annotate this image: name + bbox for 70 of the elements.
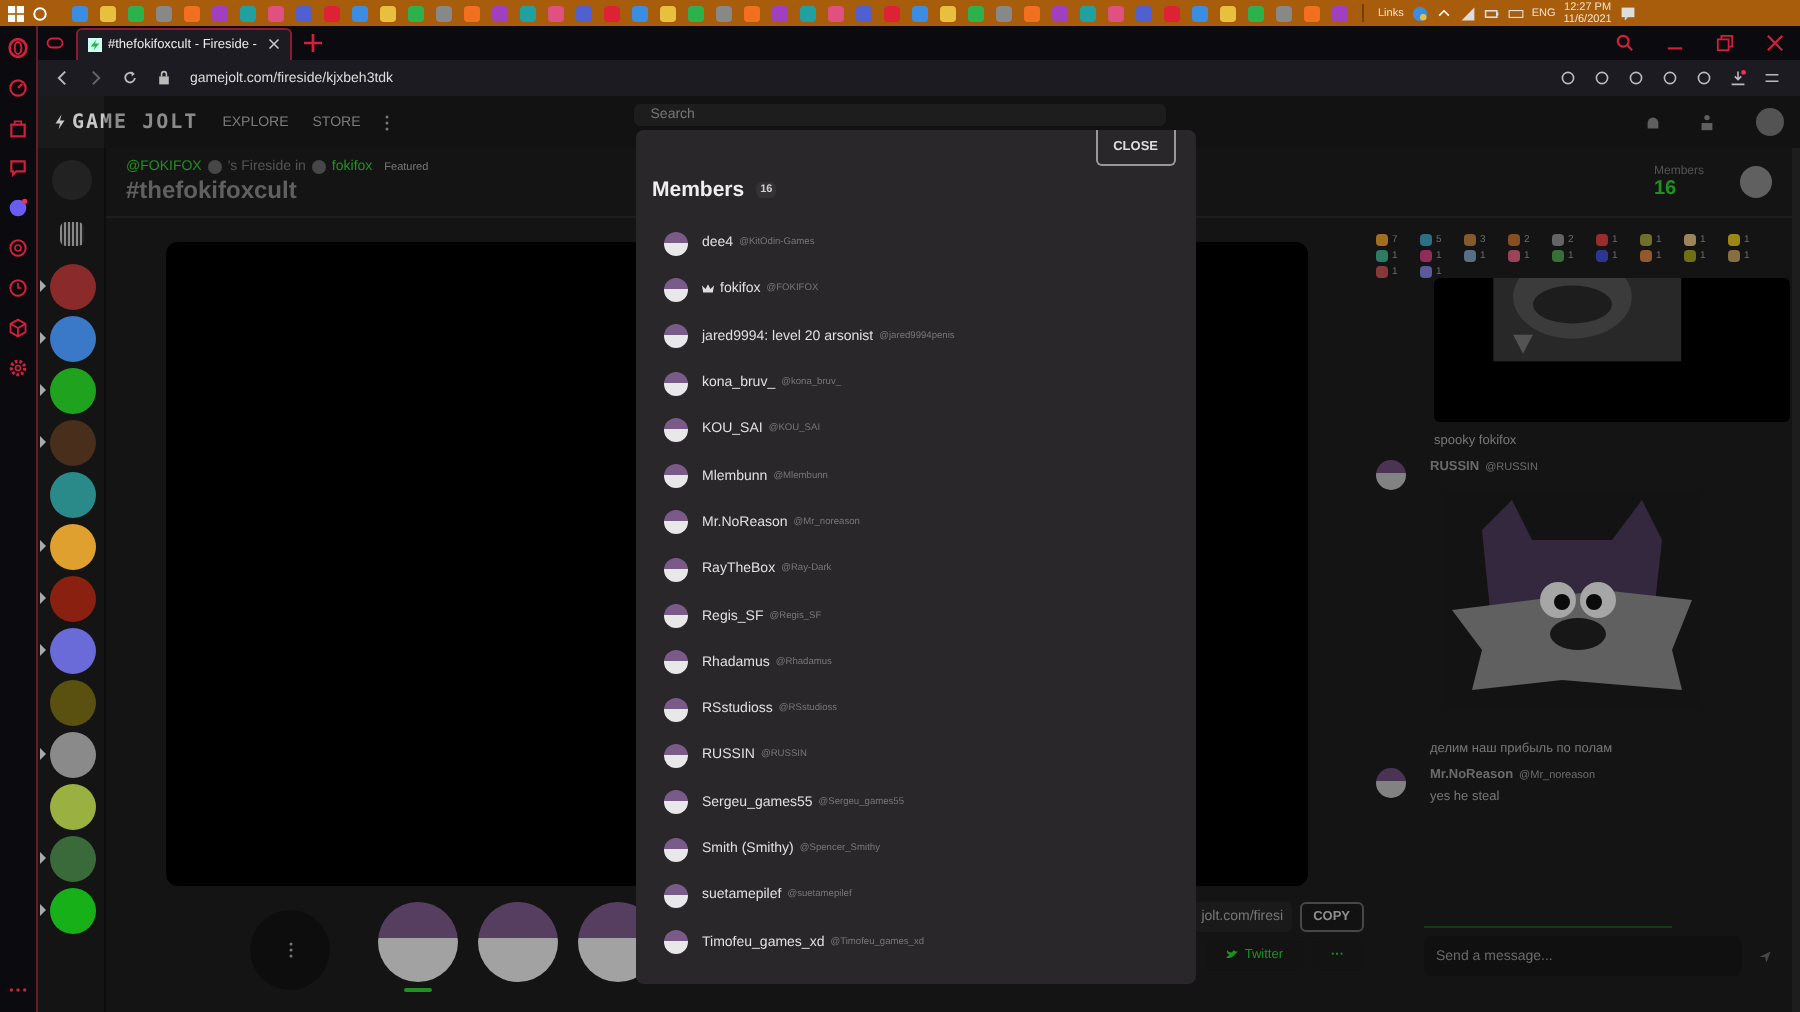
- sliders-icon[interactable]: [1764, 70, 1780, 86]
- download-icon[interactable]: [1730, 70, 1746, 86]
- site-logo[interactable]: GAME JOLT: [54, 111, 199, 133]
- member-avatar[interactable]: [664, 650, 688, 675]
- member-avatar[interactable]: [664, 837, 688, 861]
- community-avatar[interactable]: [49, 888, 95, 934]
- community-avatar[interactable]: [49, 732, 95, 778]
- chat-bubble-icon[interactable]: [8, 158, 28, 178]
- reload-icon[interactable]: [122, 70, 138, 86]
- member-avatar[interactable]: [664, 277, 688, 302]
- member-avatar[interactable]: [664, 464, 688, 489]
- clock-icon[interactable]: [8, 278, 28, 298]
- community-avatar[interactable]: [49, 472, 95, 518]
- member-avatar[interactable]: [664, 930, 688, 955]
- member-avatar[interactable]: [664, 510, 688, 535]
- settings-icon[interactable]: [8, 358, 28, 378]
- community-avatar[interactable]: [49, 368, 95, 414]
- members-count[interactable]: 16: [1653, 177, 1704, 199]
- new-tab-icon[interactable]: [304, 34, 323, 52]
- member-avatar[interactable]: [664, 557, 688, 582]
- keyboard-icon[interactable]: [1507, 5, 1524, 21]
- forward-icon[interactable]: [88, 70, 104, 86]
- member-avatar[interactable]: [664, 697, 688, 722]
- gamepad-icon[interactable]: [46, 34, 64, 52]
- target-icon[interactable]: [8, 238, 28, 258]
- member-avatar[interactable]: [664, 417, 688, 442]
- more-vertical-icon: [287, 940, 293, 960]
- bird-icon: [1226, 950, 1239, 960]
- search-icon[interactable]: [32, 5, 48, 21]
- opera-logo-icon[interactable]: [8, 38, 28, 58]
- member-avatar[interactable]: [664, 604, 688, 629]
- speedometer-icon[interactable]: [8, 78, 28, 98]
- restore-icon[interactable]: [1716, 34, 1734, 52]
- back-icon[interactable]: [54, 70, 70, 86]
- search-icon[interactable]: [1616, 34, 1634, 52]
- user-avatar[interactable]: [1756, 108, 1784, 136]
- battery-icon[interactable]: [1483, 5, 1500, 21]
- user-avatar: [1376, 768, 1406, 798]
- library-icon[interactable]: [60, 222, 84, 246]
- bell-icon[interactable]: [1644, 113, 1662, 131]
- dialog-title: Members: [652, 178, 745, 202]
- user-avatar: [1376, 460, 1406, 490]
- community-avatar[interactable]: [49, 316, 95, 362]
- member-avatar[interactable]: [664, 231, 688, 256]
- member-avatar[interactable]: [664, 743, 688, 768]
- lock-icon: [156, 70, 172, 86]
- member-avatar[interactable]: [664, 790, 688, 815]
- community-avatar[interactable]: [49, 784, 95, 830]
- wifi-icon[interactable]: [1459, 5, 1476, 21]
- member-avatar[interactable]: [664, 371, 688, 396]
- community-avatar[interactable]: [49, 628, 95, 674]
- lightning-favicon-icon: [88, 37, 102, 51]
- windows-start-icon[interactable]: [8, 5, 24, 21]
- people-icon[interactable]: [1698, 113, 1716, 131]
- cube-icon[interactable]: [8, 318, 28, 338]
- participant-avatar[interactable]: [378, 902, 458, 982]
- avatar-icon: [207, 160, 222, 174]
- fireside-title: #thefokifoxcult: [126, 176, 299, 204]
- more-vertical-icon[interactable]: [384, 113, 391, 131]
- avatar-icon: [311, 160, 326, 174]
- globe-icon[interactable]: [1411, 5, 1428, 21]
- bag-icon[interactable]: [8, 118, 28, 138]
- chevron-up-icon[interactable]: [1435, 5, 1452, 21]
- settings-button[interactable]: [1740, 166, 1772, 198]
- participant-avatar[interactable]: [478, 902, 558, 982]
- messenger-icon[interactable]: [8, 198, 28, 218]
- member-avatar[interactable]: [664, 883, 688, 908]
- community-avatar[interactable]: [49, 524, 95, 570]
- notification-icon[interactable]: [1619, 5, 1636, 21]
- member-avatar[interactable]: [664, 324, 688, 349]
